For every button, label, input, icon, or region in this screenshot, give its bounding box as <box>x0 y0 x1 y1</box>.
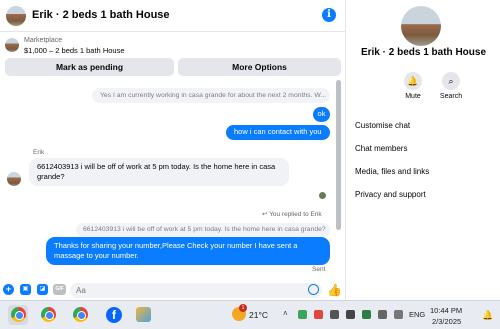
tray-icon[interactable] <box>362 310 371 319</box>
search-button[interactable]: ⌕ Search <box>431 72 471 100</box>
language-indicator[interactable]: ENG <box>409 310 425 319</box>
like-icon[interactable]: 👍 <box>327 283 342 297</box>
mute-label: Mute <box>405 93 421 100</box>
menu-item-chat-members[interactable]: Chat members <box>355 144 407 153</box>
messenger-window: Erik · 2 beds 1 bath House i Marketplace… <box>0 0 500 300</box>
tray-icon[interactable] <box>394 310 403 319</box>
message-input[interactable] <box>70 283 322 298</box>
taskbar: f 1 21°C ˄ ENG 10:44 PM 2/3/2025 🔔 <box>0 300 500 329</box>
app-icon[interactable] <box>136 307 151 322</box>
chrome-icon <box>41 307 56 322</box>
message-bubble[interactable]: Yes I am currently working in casa grand… <box>92 88 330 103</box>
message-bubble[interactable]: 6612403913 i will be off of work at 5 pm… <box>29 158 289 186</box>
scrollbar[interactable] <box>336 80 341 230</box>
sticker-icon[interactable]: ◪ <box>37 284 48 295</box>
panel-title: Erik · 2 beds 1 bath House <box>360 47 487 58</box>
sender-name: Erik <box>33 149 45 156</box>
listing-name: $1,000 – 2 beds 1 bath House <box>24 46 125 55</box>
facebook-icon[interactable]: f <box>106 307 122 323</box>
temperature[interactable]: 21°C <box>249 310 268 320</box>
tray-icon[interactable] <box>298 310 307 319</box>
search-label: Search <box>439 93 463 100</box>
chrome-icon <box>73 307 88 322</box>
bell-icon: 🔔 <box>404 72 422 90</box>
chat-title[interactable]: Erik · 2 beds 1 bath House <box>32 9 170 21</box>
avatar[interactable] <box>7 172 21 186</box>
menu-item-media-files-links[interactable]: Media, files and links <box>355 167 429 176</box>
clock-time[interactable]: 10:44 PM <box>430 306 462 315</box>
image-icon[interactable]: ▣ <box>20 284 31 295</box>
tray-icon[interactable] <box>314 310 323 319</box>
menu-item-customise-chat[interactable]: Customise chat <box>355 121 410 130</box>
chevron-up-icon[interactable]: ˄ <box>283 309 288 318</box>
message-bubble[interactable]: ok <box>313 107 330 122</box>
tray-icon[interactable] <box>346 310 355 319</box>
info-icon[interactable]: i <box>322 8 336 22</box>
chat-details-panel: Erik · 2 beds 1 bath House 🔔 Mute ⌕ Sear… <box>347 0 500 300</box>
message-bubble[interactable]: Thanks for sharing your number,Please Ch… <box>46 237 330 265</box>
notification-badge: 1 <box>239 304 247 312</box>
tray-icon[interactable] <box>330 310 339 319</box>
avatar[interactable] <box>6 6 26 26</box>
message-bubble[interactable]: how i can contact with you <box>226 125 330 140</box>
chrome-icon <box>11 307 26 322</box>
avatar[interactable] <box>401 6 441 46</box>
reply-indicator-text: You replied to Erik <box>269 211 322 218</box>
reply-indicator: ↩ You replied to Erik <box>262 211 322 218</box>
gif-icon[interactable]: GIF <box>53 284 66 295</box>
marketplace-listing[interactable]: Marketplace $1,000 – 2 beds 1 bath House <box>0 33 346 57</box>
clock-date[interactable]: 2/3/2025 <box>432 317 461 326</box>
mute-button[interactable]: 🔔 Mute <box>393 72 433 100</box>
chat-column: Erik · 2 beds 1 bath House i Marketplace… <box>0 0 346 300</box>
search-icon: ⌕ <box>442 72 460 90</box>
tray-icon[interactable] <box>378 310 387 319</box>
chat-header: Erik · 2 beds 1 bath House i <box>0 0 346 32</box>
mark-as-pending-button[interactable]: Mark as pending <box>5 58 174 76</box>
plus-icon[interactable]: + <box>3 284 14 295</box>
read-receipt-avatar <box>319 192 326 199</box>
menu-item-privacy-support[interactable]: Privacy and support <box>355 190 426 199</box>
composer: + ▣ ◪ GIF 👍 <box>0 280 346 300</box>
listing-label: Marketplace <box>24 37 63 44</box>
quoted-message[interactable]: 6612403913 i will be off of work at 5 pm… <box>76 223 330 237</box>
listing-thumbnail <box>5 38 19 52</box>
bell-icon[interactable]: 🔔 <box>482 310 493 321</box>
more-options-button[interactable]: More Options <box>178 58 341 76</box>
message-status: Sent <box>312 266 326 273</box>
emoji-icon[interactable] <box>308 284 319 295</box>
